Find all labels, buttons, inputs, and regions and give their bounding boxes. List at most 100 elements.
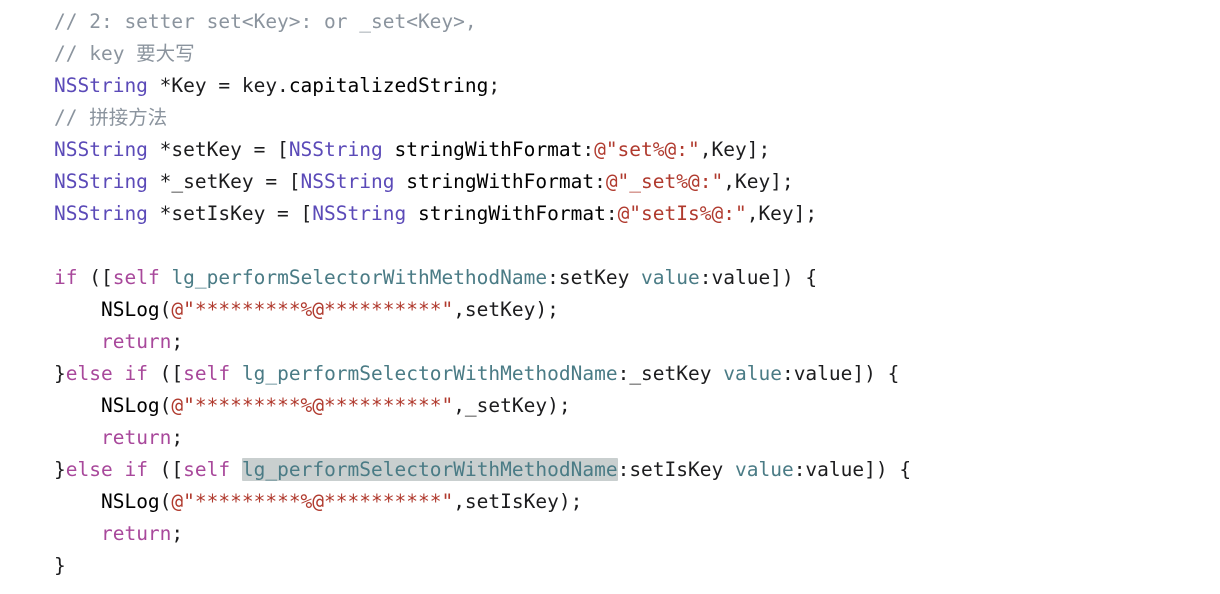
selected-token[interactable]: lg_performSelectorWithMethodName [241,458,618,481]
code-token: : [582,138,595,161]
code-token: ,Key]; [746,202,818,225]
code-line: return; [54,518,1220,550]
code-token: lg_performSelectorWithMethodName [241,362,618,385]
code-token: // key 要大写 [54,42,195,65]
code-token: :_setKey [617,362,724,385]
code-line: if ([self lg_performSelectorWithMethodNa… [54,262,1220,294]
code-token: return [100,426,172,449]
code-token: return [100,522,172,545]
code-line: }else if ([self lg_performSelectorWithMe… [54,358,1220,390]
code-token: ( [159,394,172,417]
code-token: // 拼接方法 [54,106,168,129]
code-token: stringWithFormat [417,202,606,225]
code-line: // 2: setter set<Key>: or _set<Key>, [54,6,1220,38]
code-editor-content[interactable]: // 2: setter set<Key>: or _set<Key>, // k… [0,0,1220,582]
code-line: NSLog(@"*********%@**********",_setKey); [54,390,1220,422]
code-token: // 2: setter set<Key>: or _set<Key>, [54,10,477,33]
code-token: ( [159,298,172,321]
code-line: } [54,550,1220,582]
code-line: // 拼接方法 [54,102,1220,134]
code-token: NSString [54,138,148,161]
code-token: :value]) { [781,362,900,385]
code-line: NSString *_setKey = [NSString stringWith… [54,166,1220,198]
code-token: : [605,202,618,225]
code-token: return [100,330,172,353]
code-token: *setKey = [ [147,138,289,161]
code-token: :setIsKey [617,458,735,481]
code-token: ,Key]; [699,138,771,161]
code-token: if [54,266,78,289]
code-token: ; [171,522,184,545]
code-line: // key 要大写 [54,38,1220,70]
code-token: } [54,554,66,577]
code-token: :value]) { [793,458,912,481]
code-token: NSString [54,74,148,97]
code-token: ; [171,426,184,449]
code-token: self [183,362,231,385]
code-token: *_setKey = [ [147,170,301,193]
code-line: NSString *setIsKey = [NSString stringWit… [54,198,1220,230]
code-token: } [54,458,66,481]
code-line: NSString *Key = key.capitalizedString; [54,70,1220,102]
code-token: @"setIs%@:" [617,202,747,225]
code-token: @"*********%@**********" [171,490,454,513]
code-token: value [734,458,794,481]
code-token: : [594,170,606,193]
code-token: NSString [300,170,395,193]
code-token: *Key = key. [147,74,289,97]
code-token: NSString [312,202,407,225]
code-token: *setIsKey = [ [147,202,313,225]
code-token: } [54,362,66,385]
code-token: NSLog [100,490,160,513]
code-token: @"*********%@**********" [171,298,454,321]
code-line: return; [54,422,1220,454]
code-token: ( [159,490,172,513]
code-token: ,Key]; [723,170,794,193]
code-token: ,setKey); [453,298,559,321]
code-token: else if [65,458,148,481]
code-token: NSString [54,170,148,193]
code-token: value [723,362,782,385]
code-token: lg_performSelectorWithMethodName [171,266,548,289]
code-token: ,_setKey); [453,394,571,417]
code-line: return; [54,326,1220,358]
code-token: NSLog [100,394,160,417]
code-token: :setKey [547,266,642,289]
code-token: ([ [77,266,113,289]
code-token: ,setIsKey); [453,490,583,513]
code-token: @"set%@:" [594,138,700,161]
code-token: NSString [288,138,383,161]
code-token: @"*********%@**********" [171,394,454,417]
code-token: ([ [147,362,184,385]
code-token: stringWithFormat [406,170,595,193]
code-line: NSLog(@"*********%@**********",setIsKey)… [54,486,1220,518]
code-token: :value]) { [699,266,818,289]
code-token: capitalizedString [288,74,489,97]
code-token: @"_set%@:" [605,170,724,193]
code-token: NSLog [100,298,160,321]
code-token: value [641,266,700,289]
code-token: NSString [54,202,148,225]
code-token: else if [65,362,148,385]
code-token: stringWithFormat [394,138,583,161]
code-token: self [112,266,160,289]
code-token: ([ [147,458,184,481]
code-line: NSLog(@"*********%@**********",setKey); [54,294,1220,326]
code-token: ; [171,330,184,353]
code-token: self [183,458,231,481]
code-token: ; [488,74,501,97]
code-line: NSString *setKey = [NSString stringWithF… [54,134,1220,166]
